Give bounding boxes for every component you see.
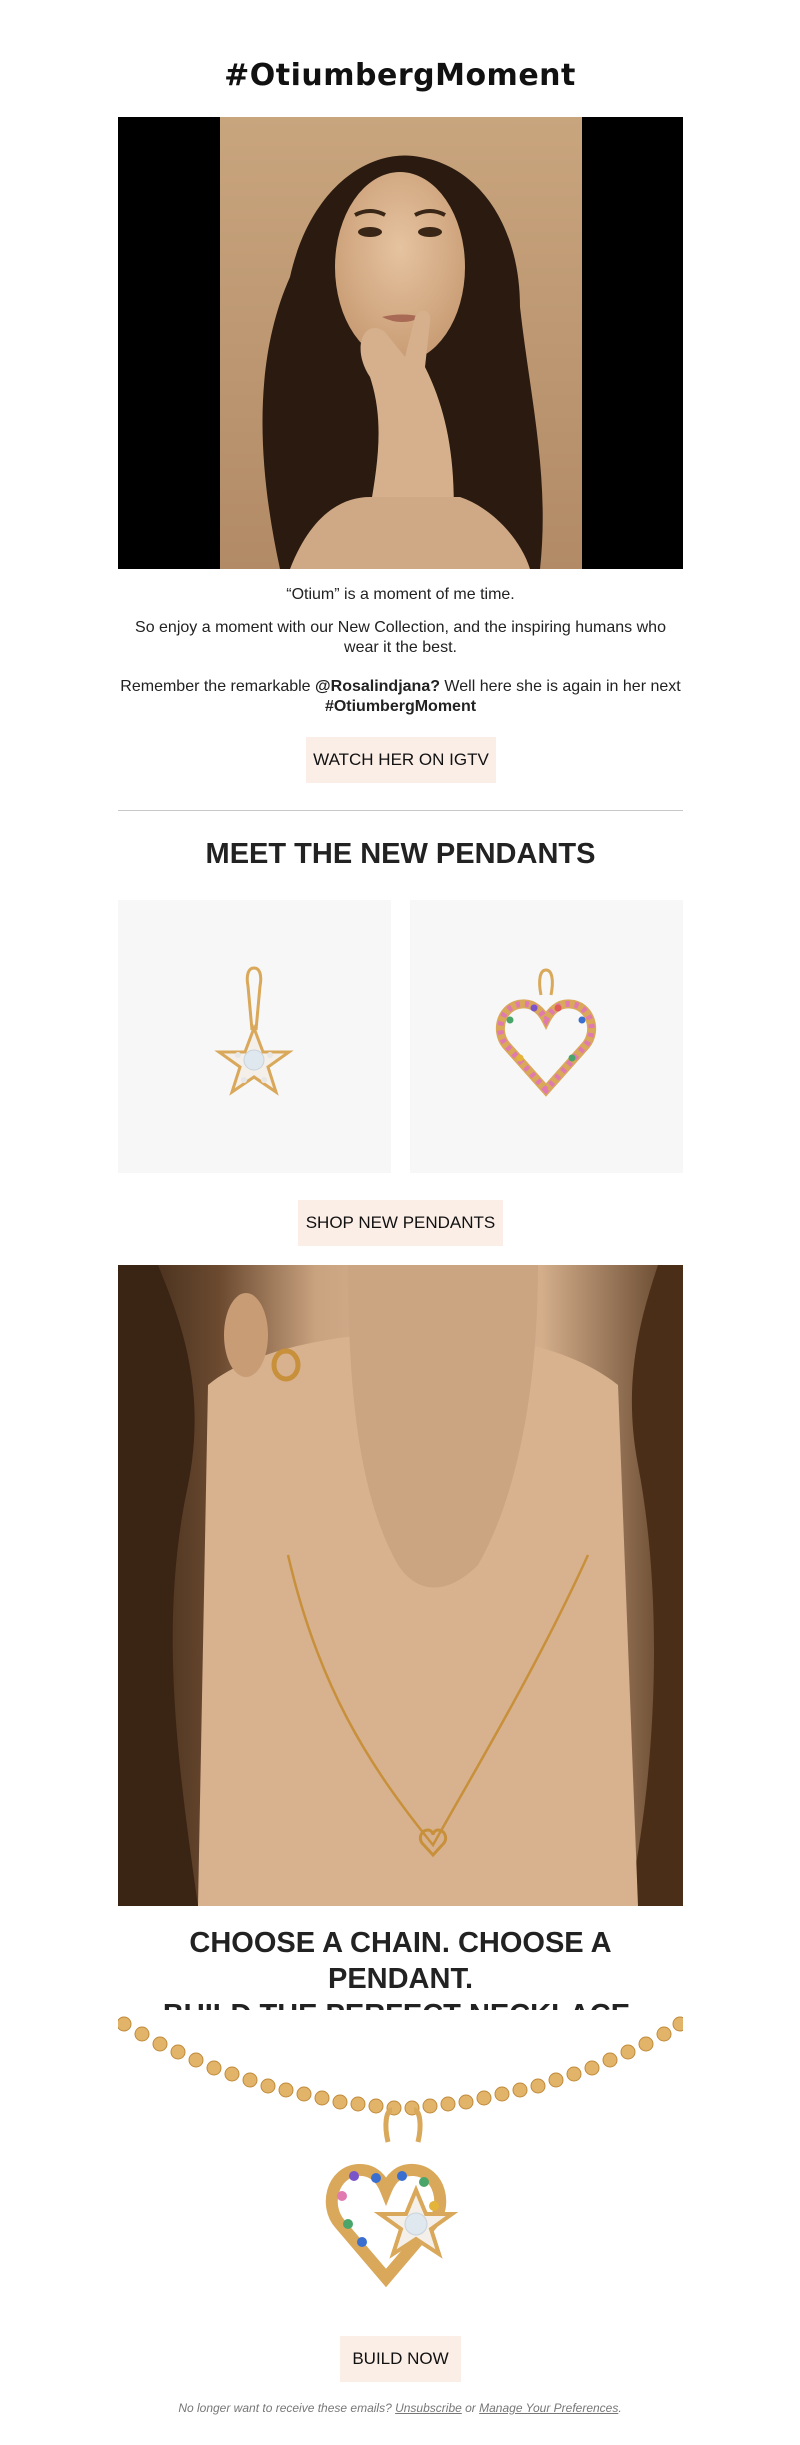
intro-line-3-prefix: Remember the remarkable (120, 678, 316, 695)
chain-and-pendant-illustration (118, 2016, 683, 2288)
intro-line-3: Remember the remarkable @Rosalindjana? W… (118, 677, 683, 717)
necklace-model-illustration (118, 1265, 683, 1906)
star-pendant-icon (214, 966, 294, 1096)
unsubscribe-link[interactable]: Unsubscribe (395, 2401, 462, 2415)
intro-line-3-suffix: Well here she is again in her next (439, 678, 681, 695)
pendants-heading: MEET THE NEW PENDANTS (205, 838, 596, 870)
build-heading-line-1: CHOOSE A CHAIN. CHOOSE A PENDANT. (189, 1927, 612, 1995)
portrait-illustration (262, 155, 543, 569)
footer-or: or (461, 2401, 480, 2415)
otiumberg-hashtag[interactable]: #OtiumbergMoment (325, 698, 476, 715)
build-necklace-image[interactable] (118, 2010, 683, 2310)
product-tile-heart[interactable] (410, 900, 683, 1173)
rainbow-heart-pendant-icon (495, 968, 597, 1097)
rosalindjana-handle[interactable]: @Rosalindjana? (315, 678, 440, 695)
hero-image[interactable] (118, 117, 683, 569)
footer-suffix: . (618, 2401, 622, 2415)
section-divider (118, 810, 683, 811)
manage-preferences-link[interactable]: Manage Your Preferences (479, 2401, 618, 2415)
build-now-button[interactable]: BUILD NOW (340, 2336, 461, 2382)
footer-text: No longer want to receive these emails? … (0, 2401, 800, 2415)
intro-line-1: “Otium” is a moment of me time. (286, 586, 515, 603)
shop-pendants-button[interactable]: SHOP NEW PENDANTS (298, 1200, 503, 1246)
intro-line-2: So enjoy a moment with our New Collectio… (135, 619, 666, 656)
portrait-photo (220, 117, 582, 569)
watch-igtv-button[interactable]: WATCH HER ON IGTV (306, 737, 496, 783)
product-tile-star[interactable] (118, 900, 391, 1173)
footer-prefix: No longer want to receive these emails? (178, 2401, 396, 2415)
page-title: #OtiumbergMoment (224, 58, 576, 93)
necklace-model-photo[interactable] (118, 1265, 683, 1906)
